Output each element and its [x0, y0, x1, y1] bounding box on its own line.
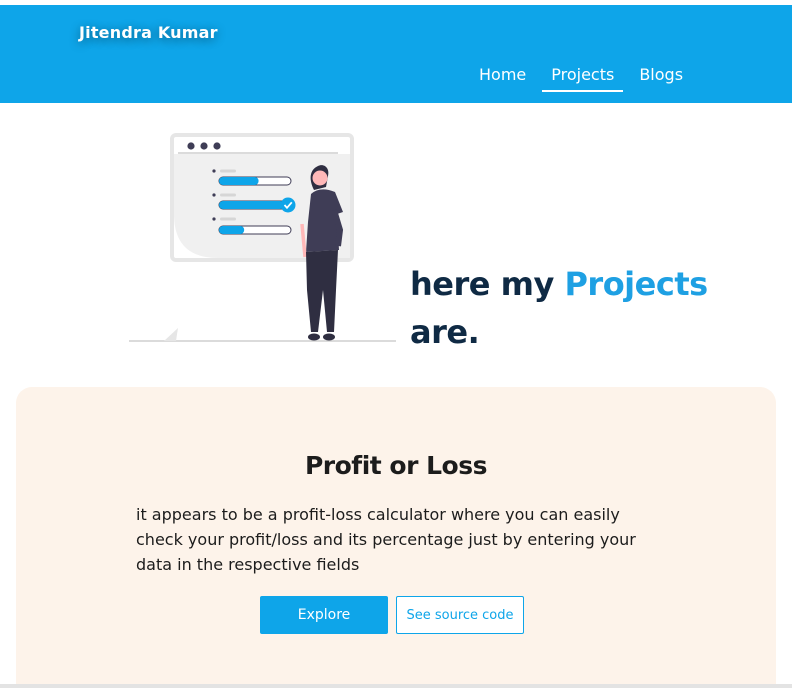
progress-fill [219, 201, 284, 209]
hero-heading-suffix: are. [410, 313, 480, 351]
hero-illustration [129, 133, 396, 342]
nav-link-projects[interactable]: Projects [542, 65, 624, 92]
project-description: it appears to be a profit-loss calculato… [136, 505, 636, 574]
progress-fill [219, 226, 245, 234]
window-dot-3 [213, 142, 221, 150]
window-dot-2 [200, 142, 208, 150]
horizontal-scrollbar[interactable] [0, 684, 792, 688]
nav-links: Home Projects Blogs [470, 65, 699, 92]
source-code-button[interactable]: See source code [396, 596, 524, 634]
project-card: Profit or Loss it appears to be a profit… [16, 387, 776, 688]
hero-heading: here my Projects are. [410, 260, 750, 356]
explore-button[interactable]: Explore [260, 596, 388, 634]
progress-fill [219, 177, 259, 185]
nav-link-blogs[interactable]: Blogs [630, 65, 692, 92]
ground-plant [164, 328, 178, 341]
nav-link-home[interactable]: Home [470, 65, 535, 92]
navbar: Jitendra Kumar Home Projects Blogs [0, 5, 792, 103]
brand-logo-text[interactable]: Jitendra Kumar [79, 23, 218, 42]
project-title: Profit or Loss [304, 451, 488, 480]
hero-heading-prefix: here my [410, 265, 565, 303]
window-dot-1 [187, 142, 195, 150]
check-icon [280, 197, 296, 213]
hero-heading-accent: Projects [564, 265, 708, 303]
